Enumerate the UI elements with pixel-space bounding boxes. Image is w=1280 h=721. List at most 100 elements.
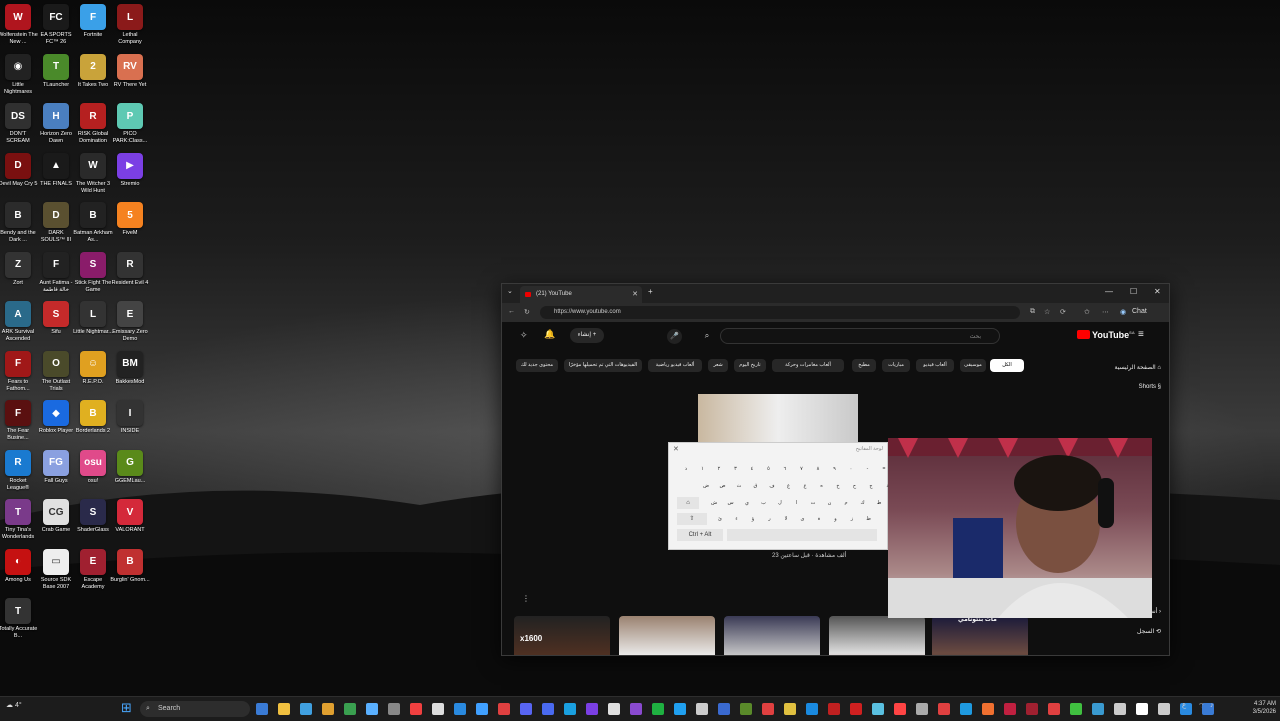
chip-6[interactable]: تاريخ اليوم xyxy=(734,359,766,372)
video-card[interactable] xyxy=(829,616,925,655)
chip-1[interactable]: موسيقى xyxy=(960,359,986,372)
desktop-icon[interactable]: F The Fear Busine... xyxy=(0,400,37,442)
sidebar-shorts[interactable]: Shorts § xyxy=(1139,384,1161,390)
taskbar-app-icon[interactable] xyxy=(718,703,730,715)
chip-10[interactable]: محتوى جديد لك xyxy=(516,359,558,372)
taskbar-app-icon[interactable] xyxy=(894,703,906,715)
desktop-icon[interactable]: ◐ Among Us xyxy=(0,548,37,584)
tab-menu-chevron-icon[interactable]: ⌄ xyxy=(507,287,513,295)
keyboard-key[interactable]: ط xyxy=(872,497,886,509)
desktop-icon[interactable]: ▭ Source SDK Base 2007 xyxy=(37,548,75,591)
taskbar-app-icon[interactable] xyxy=(960,703,972,715)
taskbar-app-icon[interactable] xyxy=(278,703,290,715)
desktop-icon[interactable]: osu osu! xyxy=(74,449,112,485)
desktop-icon[interactable]: 5 FiveM xyxy=(111,202,149,237)
split-screen-icon[interactable]: ⧉ xyxy=(1030,308,1035,316)
sidebar-history[interactable]: السجل ⟲ xyxy=(1137,628,1161,635)
desktop-icon[interactable]: F Fortnite xyxy=(74,4,112,39)
taskbar-app-icon[interactable] xyxy=(982,703,994,715)
notifications-bell-icon[interactable]: ✧ xyxy=(520,330,528,341)
youtube-logo[interactable]: YouTubeSA xyxy=(1077,330,1135,340)
new-tab-button[interactable]: + xyxy=(648,287,653,296)
desktop-icon[interactable]: 2 It Takes Two xyxy=(74,53,112,89)
system-clock[interactable]: 4:37 AM 3/5/2026 xyxy=(1253,700,1276,716)
video-card[interactable]: x1600 xyxy=(514,616,610,655)
keyboard-key[interactable]: ن xyxy=(823,497,837,509)
keyboard-key[interactable]: د xyxy=(881,480,895,492)
more-options-icon[interactable]: ⋮ xyxy=(522,594,530,603)
taskbar-app-icon[interactable] xyxy=(410,703,422,715)
keyboard-key[interactable]: ح xyxy=(848,480,862,492)
keyboard-key[interactable]: ء xyxy=(730,513,744,525)
keyboard-key[interactable]: ئ xyxy=(713,513,727,525)
keyboard-key[interactable]: ٣ xyxy=(729,463,743,475)
create-button[interactable]: إنشاء + xyxy=(570,328,604,343)
taskbar-app-icon[interactable] xyxy=(1048,703,1060,715)
desktop-icon[interactable]: ◉ Little Nightmares xyxy=(0,53,37,96)
keyboard-key[interactable]: س xyxy=(724,497,738,509)
taskbar-app-icon[interactable] xyxy=(938,703,950,715)
close-window-button[interactable]: ✕ xyxy=(1154,287,1161,296)
keyboard-key[interactable]: ض xyxy=(699,480,713,492)
keyboard-home-key[interactable]: ⌂ xyxy=(677,497,699,509)
back-icon[interactable]: ← xyxy=(508,308,515,315)
favorite-star-icon[interactable]: ☆ xyxy=(1044,308,1050,316)
chip-3[interactable]: مباريات xyxy=(882,359,910,372)
volume-icon[interactable]: ♪ xyxy=(1210,702,1214,709)
taskbar-app-icon[interactable] xyxy=(388,703,400,715)
desktop-icon[interactable]: Z Zort xyxy=(0,251,37,287)
keyboard-close-icon[interactable]: ✕ xyxy=(673,445,679,453)
keyboard-key[interactable]: - xyxy=(861,463,875,475)
taskbar-app-icon[interactable] xyxy=(828,703,840,715)
taskbar-app-icon[interactable] xyxy=(740,703,752,715)
keyboard-key[interactable]: ا xyxy=(790,497,804,509)
keyboard-key[interactable]: ٦ xyxy=(778,463,792,475)
desktop-icon[interactable]: BM BakkesMod xyxy=(111,350,149,386)
keyboard-key[interactable]: ش xyxy=(707,497,721,509)
minimize-button[interactable]: — xyxy=(1105,287,1113,296)
desktop-icon[interactable]: S Stick Fight The Game xyxy=(74,251,112,294)
desktop-icon[interactable]: R Rocket League® xyxy=(0,449,37,492)
desktop-icon[interactable]: F Fears to Fathom... xyxy=(0,350,37,393)
sidebar-home[interactable]: الصفحة الرئيسية ⌂ xyxy=(1115,364,1161,371)
start-button-icon[interactable]: ⊞ xyxy=(121,701,135,715)
desktop-icon[interactable]: ▶ Stremio xyxy=(111,152,149,188)
keyboard-key[interactable]: خ xyxy=(831,480,845,492)
keyboard-key[interactable]: م xyxy=(839,497,853,509)
chip-0[interactable]: الكل xyxy=(990,359,1024,372)
ctrl-alt-key[interactable]: Ctrl + Alt xyxy=(677,529,723,541)
keyboard-key[interactable]: ب xyxy=(757,497,771,509)
desktop-icon[interactable]: D DARK SOULS™ III xyxy=(37,202,75,244)
refresh-icon[interactable]: ↻ xyxy=(524,308,530,316)
desktop-icon[interactable]: B Batman Arkham As... xyxy=(73,202,113,244)
taskbar-app-icon[interactable] xyxy=(652,703,664,715)
desktop-icon[interactable]: ☺ R.E.P.O. xyxy=(74,350,112,386)
desktop-icon[interactable]: B Burglin' Gnom... xyxy=(110,548,150,584)
keyboard-key[interactable]: ٥ xyxy=(762,463,776,475)
video-card[interactable] xyxy=(619,616,715,655)
desktop-icon[interactable]: W Wolfenstein The New ... xyxy=(0,4,38,46)
tab-youtube[interactable]: (21) YouTube ✕ xyxy=(520,286,642,303)
keyboard-key[interactable]: ر xyxy=(763,513,777,525)
desktop-icon[interactable]: FG Fall Guys xyxy=(37,449,75,485)
desktop-icon[interactable]: H Horizon Zero Dawn xyxy=(37,103,75,145)
keyboard-key[interactable]: ع xyxy=(798,480,812,492)
keyboard-key[interactable]: = xyxy=(877,463,891,475)
keyboard-key[interactable]: ٠ xyxy=(844,463,858,475)
taskbar-app-icon[interactable] xyxy=(1114,703,1126,715)
chip-5[interactable]: ألعاب مغامرات وحركة xyxy=(772,359,844,372)
keyboard-key[interactable]: ي xyxy=(740,497,754,509)
taskbar-app-icon[interactable] xyxy=(542,703,554,715)
taskbar-app-icon[interactable] xyxy=(1136,703,1148,715)
network-icon[interactable]: ⌔ xyxy=(1198,702,1205,711)
desktop-icon[interactable]: ◆ Roblox Player xyxy=(37,400,75,435)
url-input[interactable]: https://www.youtube.com xyxy=(540,306,1020,319)
desktop-icon[interactable]: P PICO PARK:Class... xyxy=(111,103,149,145)
keyboard-key[interactable]: ؤ xyxy=(746,513,760,525)
copilot-icon[interactable]: ◉ xyxy=(1120,308,1126,316)
chip-9[interactable]: الفيديوهات التي تم تحميلها مؤخرًا xyxy=(564,359,642,372)
voice-search-icon[interactable]: 🎤 xyxy=(667,329,682,344)
more-menu-icon[interactable]: ⋯ xyxy=(1102,308,1109,316)
keyboard-key[interactable]: ٤ xyxy=(745,463,759,475)
taskbar-app-icon[interactable] xyxy=(454,703,466,715)
